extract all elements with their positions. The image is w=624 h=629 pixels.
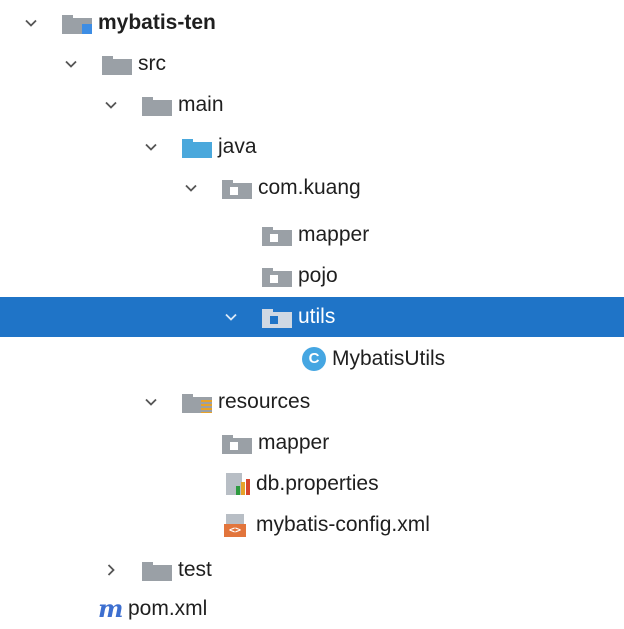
tree-item-main[interactable]: main — [0, 85, 624, 125]
module-folder-icon — [62, 12, 92, 34]
tree-item-src[interactable]: src — [0, 44, 624, 84]
maven-file-icon: m — [98, 594, 124, 623]
tree-item-pojo[interactable]: pojo — [0, 256, 624, 296]
tree-item-test[interactable]: test — [0, 550, 624, 590]
folder-icon — [102, 53, 132, 75]
java-class-icon: C — [302, 347, 326, 371]
source-root-folder-icon — [182, 136, 212, 158]
tree-item-mybatis-ten[interactable]: mybatis-ten — [0, 3, 624, 43]
tree-item-label: utils — [298, 305, 336, 328]
tree-item-mybatisutils[interactable]: C MybatisUtils — [0, 339, 624, 379]
tree-item-resources[interactable]: resources — [0, 382, 624, 422]
tree-item-label: java — [218, 135, 257, 158]
tree-item-label: mapper — [258, 431, 330, 454]
tree-item-label: resources — [218, 390, 311, 413]
tree-item-utils[interactable]: utils — [0, 297, 624, 337]
tree-item-label: mybatis-config.xml — [256, 513, 430, 536]
tree-item-label: pom.xml — [128, 597, 208, 620]
chevron-down-icon[interactable] — [22, 14, 40, 32]
tree-item-com-kuang[interactable]: com.kuang — [0, 168, 624, 208]
chevron-down-icon[interactable] — [62, 55, 80, 73]
chevron-down-icon[interactable] — [142, 138, 160, 156]
chevron-right-icon[interactable] — [102, 561, 120, 579]
tree-item-label: test — [178, 558, 212, 581]
tree-item-label: src — [138, 52, 166, 75]
tree-item-label: pojo — [298, 264, 338, 287]
tree-item-mybatis-config-xml[interactable]: <> mybatis-config.xml — [0, 505, 624, 545]
project-tree: mybatis-ten src main java com.kuang mapp… — [0, 0, 624, 627]
chevron-down-icon[interactable] — [222, 308, 240, 326]
tree-item-label: MybatisUtils — [332, 347, 446, 370]
tree-item-label: mapper — [298, 223, 370, 246]
tree-item-label: com.kuang — [258, 176, 361, 199]
tree-item-label: mybatis-ten — [98, 11, 216, 34]
chevron-down-icon[interactable] — [142, 393, 160, 411]
tree-item-label: db.properties — [256, 472, 379, 495]
folder-icon — [222, 432, 252, 454]
tree-item-db-properties[interactable]: db.properties — [0, 464, 624, 504]
resources-folder-icon — [182, 391, 212, 413]
package-icon — [222, 177, 252, 199]
folder-icon — [142, 94, 172, 116]
package-icon — [262, 306, 292, 328]
tree-item-label: main — [178, 93, 224, 116]
chevron-down-icon[interactable] — [102, 96, 120, 114]
package-icon — [262, 224, 292, 246]
xml-file-icon: <> — [224, 514, 248, 537]
tree-item-mapper-package[interactable]: mapper — [0, 215, 624, 255]
tree-item-java[interactable]: java — [0, 127, 624, 167]
package-icon — [262, 265, 292, 287]
folder-icon — [142, 559, 172, 581]
tree-item-mapper-folder[interactable]: mapper — [0, 423, 624, 463]
properties-file-icon — [224, 473, 254, 495]
tree-item-pom-xml[interactable]: m pom.xml — [0, 589, 624, 629]
chevron-down-icon[interactable] — [182, 179, 200, 197]
